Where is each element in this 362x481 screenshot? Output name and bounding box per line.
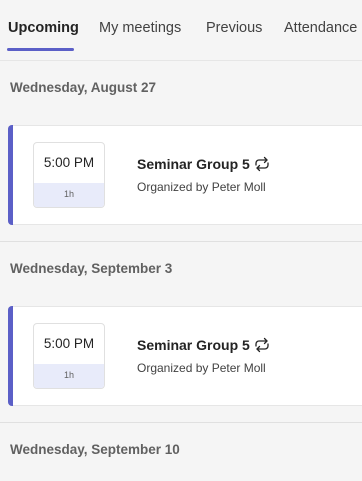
meetings-tab-bar: Upcoming My meetings Previous Attendance [0, 0, 362, 61]
meeting-time-box: 5:00 PM 1h [33, 142, 105, 208]
meeting-card-2[interactable]: 5:00 PM 1h Seminar Group 5 Organized by … [8, 306, 362, 406]
date-header-2: Wednesday, September 3 [10, 261, 173, 276]
meeting-organizer: Organized by Peter Moll [137, 361, 266, 375]
recurring-icon [255, 156, 269, 172]
date-header-3: Wednesday, September 10 [10, 442, 180, 457]
group-separator [0, 241, 362, 242]
meeting-time-box: 5:00 PM 1h [33, 323, 105, 389]
recurring-icon [255, 337, 269, 353]
card-accent-bar [8, 125, 13, 225]
meeting-duration-band: 1h [34, 364, 104, 388]
meeting-card-1[interactable]: 5:00 PM 1h Seminar Group 5 Organized by … [8, 125, 362, 225]
meeting-title: Seminar Group 5 [137, 156, 250, 172]
meeting-duration: 1h [63, 370, 74, 380]
tab-attendance[interactable]: Attendance [284, 20, 357, 36]
meeting-start-time: 5:00 PM [43, 336, 95, 351]
tab-previous[interactable]: Previous [206, 20, 262, 36]
meeting-duration-band: 1h [34, 183, 104, 207]
tab-upcoming[interactable]: Upcoming [8, 20, 79, 36]
meeting-duration: 1h [63, 189, 74, 199]
meeting-title: Seminar Group 5 [137, 337, 250, 353]
active-tab-indicator [7, 48, 74, 51]
card-accent-bar [8, 306, 13, 406]
tab-my-meetings[interactable]: My meetings [99, 20, 181, 36]
meeting-organizer: Organized by Peter Moll [137, 180, 266, 194]
date-header-1: Wednesday, August 27 [10, 80, 157, 95]
group-separator [0, 422, 362, 423]
meeting-start-time: 5:00 PM [43, 155, 95, 170]
